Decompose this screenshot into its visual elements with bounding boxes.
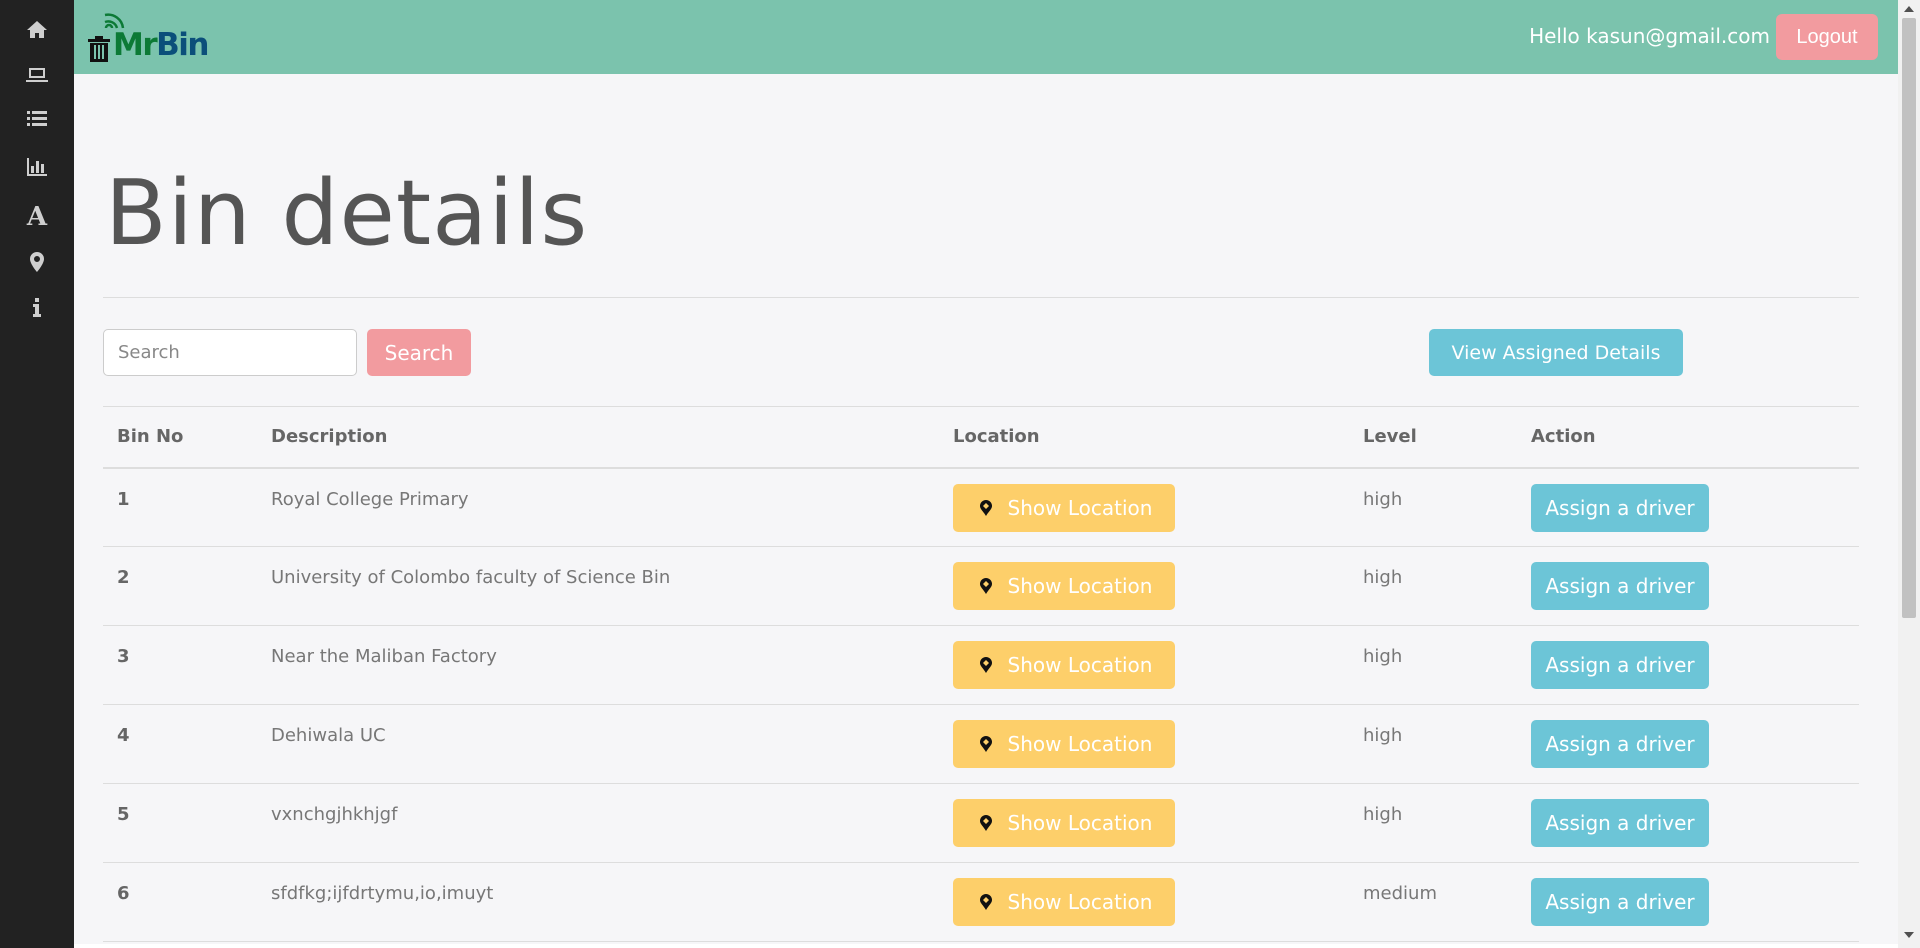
bin-level: high: [1349, 467, 1517, 547]
map-pin-icon: [979, 736, 992, 752]
page-title: Bin details: [105, 161, 589, 266]
info-icon[interactable]: [22, 292, 52, 322]
assign-driver-button[interactable]: Assign a driver: [1531, 483, 1709, 532]
map-pin-icon: [979, 815, 992, 831]
assign-driver-button[interactable]: Assign a driver: [1531, 720, 1709, 768]
list-icon[interactable]: [22, 104, 52, 134]
bin-description: Near the Maliban Factory: [257, 625, 939, 705]
action-cell: Assign a driver: [1517, 862, 1859, 942]
user-greeting: Hello kasun@gmail.com: [1529, 24, 1770, 48]
view-assigned-details-button[interactable]: View Assigned Details: [1429, 329, 1683, 376]
mrbin-logo[interactable]: MrBin: [86, 12, 209, 63]
trash-bin-icon: [88, 36, 110, 62]
bin-level: high: [1349, 783, 1517, 863]
assign-driver-button[interactable]: Assign a driver: [1531, 878, 1709, 926]
action-cell: Assign a driver: [1517, 625, 1859, 705]
header-bin-no: Bin No: [103, 406, 257, 469]
bin-no: 3: [103, 625, 257, 705]
bin-description: Royal College Primary: [257, 467, 939, 547]
scroll-up-arrow-icon[interactable]: [1904, 6, 1914, 12]
show-location-button[interactable]: Show Location: [953, 720, 1175, 768]
show-location-label: Show Location: [1007, 495, 1153, 520]
assign-driver-button[interactable]: Assign a driver: [1531, 641, 1709, 689]
bin-no: 6: [103, 862, 257, 942]
table-row: 2 University of Colombo faculty of Scien…: [103, 546, 1859, 626]
header-level: Level: [1349, 406, 1517, 469]
header-description: Description: [257, 406, 939, 469]
bin-description: sfdfkg;ijfdrtymu,io,imuyt: [257, 862, 939, 942]
show-location-label: Show Location: [1007, 653, 1153, 677]
scroll-down-arrow-icon[interactable]: [1904, 932, 1914, 938]
bin-table: Bin No Description Location Level Action…: [103, 406, 1859, 942]
bin-description: vxnchgjhkhjgf: [257, 783, 939, 863]
show-location-label: Show Location: [1007, 732, 1153, 756]
vertical-scrollbar[interactable]: [1898, 0, 1920, 948]
bin-description: University of Colombo faculty of Science…: [257, 546, 939, 626]
show-location-button[interactable]: Show Location: [953, 878, 1175, 926]
show-location-button[interactable]: Show Location: [953, 641, 1175, 689]
map-marker-icon[interactable]: [22, 247, 52, 277]
header-action: Action: [1517, 406, 1859, 469]
bin-no: 1: [103, 467, 257, 547]
location-cell: Show Location: [939, 704, 1349, 784]
map-pin-icon: [979, 657, 992, 673]
font-icon[interactable]: A: [22, 202, 52, 232]
bin-level: medium: [1349, 862, 1517, 942]
table-row: 4 Dehiwala UC Show Location high Assign …: [103, 704, 1859, 784]
bar-chart-icon[interactable]: [22, 152, 52, 182]
main-content: Bin details Search View Assigned Details…: [103, 74, 1859, 942]
show-location-button[interactable]: Show Location: [953, 483, 1175, 532]
map-pin-icon: [979, 578, 992, 594]
show-location-button[interactable]: Show Location: [953, 562, 1175, 610]
location-cell: Show Location: [939, 862, 1349, 942]
laptop-icon[interactable]: [22, 60, 52, 90]
toolbar: Search View Assigned Details: [103, 298, 1859, 406]
search-input[interactable]: [103, 329, 357, 376]
location-cell: Show Location: [939, 546, 1349, 626]
bin-level: high: [1349, 625, 1517, 705]
bin-no: 4: [103, 704, 257, 784]
bin-description: Dehiwala UC: [257, 704, 939, 784]
assign-driver-button[interactable]: Assign a driver: [1531, 799, 1709, 847]
top-navbar: MrBin Hello kasun@gmail.com Logout: [74, 0, 1898, 74]
page-bottom-edge: [74, 944, 1898, 948]
table-row: 1 Royal College Primary Show Location hi…: [103, 467, 1859, 547]
table-row: 3 Near the Maliban Factory Show Location…: [103, 625, 1859, 705]
search-button[interactable]: Search: [367, 329, 471, 376]
logout-button[interactable]: Logout: [1776, 14, 1878, 60]
table-row: 5 vxnchgjhkhjgf Show Location high Assig…: [103, 783, 1859, 863]
action-cell: Assign a driver: [1517, 783, 1859, 863]
bin-level: high: [1349, 546, 1517, 626]
sidebar: A: [0, 0, 74, 948]
logo-text: MrBin: [113, 27, 209, 63]
map-pin-icon: [979, 499, 992, 516]
bin-no: 5: [103, 783, 257, 863]
bin-level: high: [1349, 704, 1517, 784]
home-icon[interactable]: [22, 15, 52, 45]
header-location: Location: [939, 406, 1349, 469]
table-header-row: Bin No Description Location Level Action: [103, 406, 1859, 469]
show-location-button[interactable]: Show Location: [953, 799, 1175, 847]
show-location-label: Show Location: [1007, 574, 1153, 598]
location-cell: Show Location: [939, 467, 1349, 547]
bin-no: 2: [103, 546, 257, 626]
action-cell: Assign a driver: [1517, 704, 1859, 784]
action-cell: Assign a driver: [1517, 546, 1859, 626]
assign-driver-button[interactable]: Assign a driver: [1531, 562, 1709, 610]
location-cell: Show Location: [939, 783, 1349, 863]
location-cell: Show Location: [939, 625, 1349, 705]
action-cell: Assign a driver: [1517, 467, 1859, 547]
wifi-signal-icon: [104, 13, 125, 29]
map-pin-icon: [979, 894, 992, 910]
scrollbar-thumb[interactable]: [1902, 18, 1916, 618]
show-location-label: Show Location: [1007, 811, 1153, 835]
show-location-label: Show Location: [1007, 890, 1153, 914]
table-row: 6 sfdfkg;ijfdrtymu,io,imuyt Show Locatio…: [103, 862, 1859, 942]
